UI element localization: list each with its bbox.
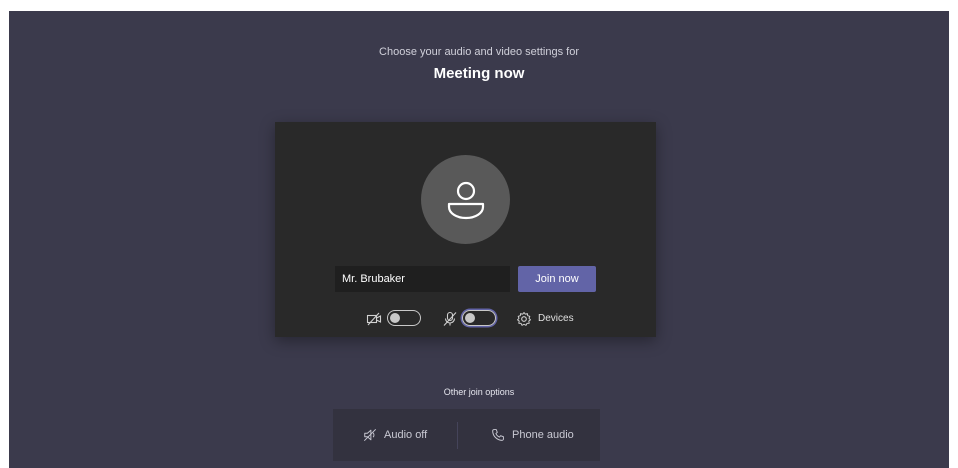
gear-icon[interactable] — [516, 311, 532, 327]
camera-toggle-knob — [390, 312, 400, 323]
avatar-person-icon — [447, 181, 484, 219]
other-join-options-label: Other join options — [443, 387, 515, 397]
options-divider — [457, 422, 458, 449]
join-now-button[interactable]: Join now — [518, 266, 596, 292]
phone-icon — [492, 429, 504, 441]
meeting-title: Meeting now — [433, 65, 525, 82]
camera-off-icon — [366, 312, 382, 326]
avatar — [421, 155, 510, 244]
audio-off-option[interactable]: Audio off — [363, 409, 427, 461]
audio-video-prompt: Choose your audio and video settings for — [379, 46, 579, 58]
audio-off-label: Audio off — [384, 429, 428, 441]
other-join-options: Audio off Phone audio — [333, 409, 600, 461]
devices-button[interactable]: Devices — [538, 313, 574, 324]
name-input[interactable] — [335, 266, 510, 292]
mic-toggle[interactable] — [462, 310, 496, 326]
camera-toggle[interactable] — [387, 310, 421, 326]
mic-off-icon — [443, 311, 457, 326]
meeting-prejoin-screen: Choose your audio and video settings for… — [9, 11, 949, 468]
media-controls: Devices — [275, 308, 656, 330]
phone-audio-option[interactable]: Phone audio — [491, 409, 574, 461]
phone-audio-label: Phone audio — [512, 429, 574, 441]
mic-toggle-knob — [465, 312, 475, 323]
prejoin-card: Join now Devices — [275, 122, 656, 337]
speaker-off-icon — [363, 428, 377, 442]
